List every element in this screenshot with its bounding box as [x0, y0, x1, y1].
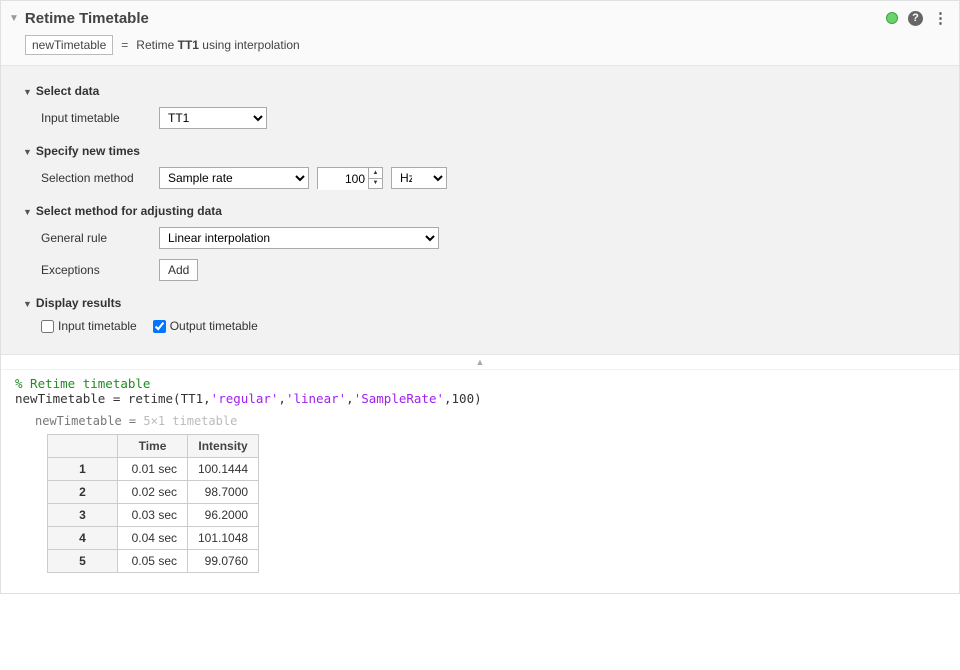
summary-row: newTimetable = Retime TT1 using interpol…	[1, 31, 959, 65]
cell-intensity: 99.0760	[188, 550, 259, 573]
selection-method-label: Selection method	[41, 171, 151, 185]
input-timetable-checkbox[interactable]: Input timetable	[41, 319, 137, 333]
add-exception-button[interactable]: Add	[159, 259, 198, 281]
help-icon[interactable]: ?	[908, 11, 923, 26]
general-rule-label: General rule	[41, 231, 151, 245]
collapse-icon[interactable]: ▼	[9, 13, 19, 24]
parameters-panel: ▼Select data Input timetable TT1 ▼Specif…	[1, 65, 959, 354]
section-specify-times-header[interactable]: ▼Specify new times	[23, 140, 947, 162]
section-display-results: ▼Display results Input timetable Output …	[23, 292, 947, 338]
input-timetable-checkbox-input[interactable]	[41, 320, 54, 333]
cell-time: 0.04 sec	[118, 527, 188, 550]
row-index: 4	[48, 527, 118, 550]
sample-rate-spinner[interactable]: ▲ ▼	[317, 167, 383, 189]
input-timetable-select[interactable]: TT1	[159, 107, 267, 129]
selection-method-select[interactable]: Sample rate	[159, 167, 309, 189]
row-index: 2	[48, 481, 118, 504]
col-intensity: Intensity	[188, 435, 259, 458]
table-row: 30.03 sec96.2000	[48, 504, 259, 527]
cell-intensity: 96.2000	[188, 504, 259, 527]
result-header: newTimetable = 5×1 timetable	[33, 410, 945, 434]
input-timetable-row: Input timetable TT1	[23, 102, 947, 134]
summary-text: Retime TT1 using interpolation	[136, 38, 299, 52]
table-corner	[48, 435, 118, 458]
cell-time: 0.01 sec	[118, 458, 188, 481]
cell-time: 0.03 sec	[118, 504, 188, 527]
section-select-data-header[interactable]: ▼Select data	[23, 80, 947, 102]
result-table: Time Intensity 10.01 sec100.144420.02 se…	[47, 434, 259, 573]
cell-intensity: 98.7000	[188, 481, 259, 504]
cell-time: 0.02 sec	[118, 481, 188, 504]
task-header: ▼ Retime Timetable ? ⋮	[1, 1, 959, 31]
general-rule-select[interactable]: Linear interpolation	[159, 227, 439, 249]
code-comment: % Retime timetable	[15, 376, 150, 391]
spinner-down-icon[interactable]: ▼	[369, 179, 382, 189]
section-display-results-header[interactable]: ▼Display results	[23, 292, 947, 314]
sample-rate-input[interactable]	[318, 168, 368, 190]
section-adjust-method: ▼Select method for adjusting data Genera…	[23, 200, 947, 286]
exceptions-label: Exceptions	[41, 263, 151, 277]
table-row: 10.01 sec100.1444	[48, 458, 259, 481]
code-line: newTimetable = retime(TT1,'regular','lin…	[15, 391, 945, 406]
selection-method-row: Selection method Sample rate ▲ ▼ Hz	[23, 162, 947, 194]
table-row: 50.05 sec99.0760	[48, 550, 259, 573]
table-row: 20.02 sec98.7000	[48, 481, 259, 504]
chevron-down-icon: ▼	[23, 207, 32, 217]
code-area: % Retime timetable newTimetable = retime…	[1, 370, 959, 593]
output-timetable-checkbox[interactable]: Output timetable	[153, 319, 258, 333]
row-index: 5	[48, 550, 118, 573]
equals-label: =	[121, 38, 128, 52]
table-row: 40.04 sec101.1048	[48, 527, 259, 550]
cell-intensity: 100.1444	[188, 458, 259, 481]
code-divider-handle[interactable]: ▲	[1, 354, 959, 370]
task-title: Retime Timetable	[25, 10, 886, 27]
rate-unit-select[interactable]: Hz	[391, 167, 447, 189]
table-header-row: Time Intensity	[48, 435, 259, 458]
chevron-down-icon: ▼	[23, 87, 32, 97]
header-actions: ? ⋮	[886, 9, 947, 27]
general-rule-row: General rule Linear interpolation	[23, 222, 947, 254]
section-select-data: ▼Select data Input timetable TT1	[23, 80, 947, 134]
row-index: 1	[48, 458, 118, 481]
chevron-down-icon: ▼	[23, 147, 32, 157]
output-variable-field[interactable]: newTimetable	[25, 35, 113, 55]
section-specify-times: ▼Specify new times Selection method Samp…	[23, 140, 947, 194]
exceptions-row: Exceptions Add	[23, 254, 947, 286]
spinner-up-icon[interactable]: ▲	[369, 168, 382, 179]
output-timetable-checkbox-input[interactable]	[153, 320, 166, 333]
col-time: Time	[118, 435, 188, 458]
result-wrap: newTimetable = 5×1 timetable Time Intens…	[15, 406, 945, 581]
cell-intensity: 101.1048	[188, 527, 259, 550]
kebab-menu-icon[interactable]: ⋮	[933, 9, 947, 27]
cell-time: 0.05 sec	[118, 550, 188, 573]
task-panel: ▼ Retime Timetable ? ⋮ newTimetable = Re…	[0, 0, 960, 594]
section-adjust-method-header[interactable]: ▼Select method for adjusting data	[23, 200, 947, 222]
display-options-row: Input timetable Output timetable	[23, 314, 947, 338]
chevron-down-icon: ▼	[23, 299, 32, 309]
input-timetable-label: Input timetable	[41, 111, 151, 125]
row-index: 3	[48, 504, 118, 527]
status-dot-icon	[886, 12, 898, 24]
